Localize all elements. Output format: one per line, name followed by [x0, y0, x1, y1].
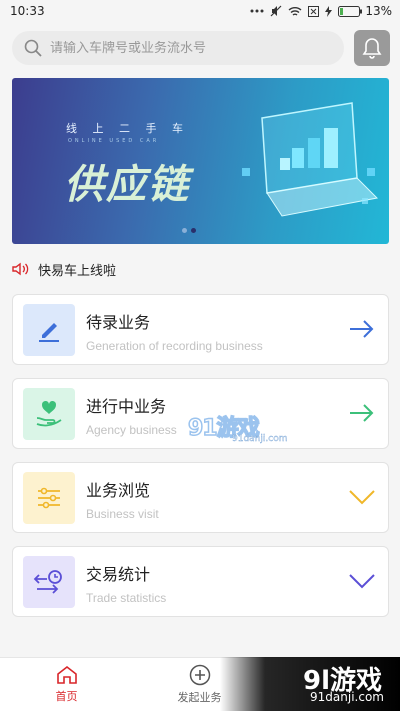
banner-dot-active[interactable] [191, 228, 196, 233]
chevron-down-icon [349, 490, 375, 505]
status-time: 10:33 [10, 4, 45, 18]
more-icon [250, 9, 264, 13]
tab-label: 首页 [55, 690, 78, 703]
banner-dot[interactable] [182, 228, 187, 233]
card-business-browse[interactable]: 业务浏览 Business visit [12, 462, 389, 533]
card-subtitle: Business visit [86, 507, 159, 521]
card-title: 业务浏览 [86, 481, 151, 500]
search-input[interactable] [50, 40, 310, 56]
sliders-icon [23, 472, 75, 524]
card-subtitle: Generation of recording business [86, 339, 263, 353]
promo-banner[interactable]: 线 上 二 手 车 ONLINE USED CAR 供应链 [12, 78, 389, 244]
banner-title: 供应链 [64, 161, 190, 208]
search-icon [24, 39, 42, 57]
search-row [12, 30, 390, 66]
pencil-icon [23, 304, 75, 356]
card-subtitle: Agency business [86, 423, 177, 437]
clock-exchange-icon [23, 556, 75, 608]
card-pending-business[interactable]: 待录业务 Generation of recording business [12, 294, 389, 365]
status-icons: 13% [250, 4, 392, 18]
watermark: 91游戏 91danji.com [180, 408, 290, 448]
speaker-icon [12, 262, 29, 276]
battery: 13% [338, 4, 392, 18]
brand-url: 91danji.com [310, 690, 384, 704]
tab-home[interactable]: 首页 [0, 658, 133, 711]
battery-percent: 13% [365, 4, 392, 18]
watermark-url: 91danji.com [232, 434, 288, 444]
charging-icon [325, 5, 333, 17]
arrow-right-icon [350, 320, 374, 338]
heart-hand-icon [23, 388, 75, 440]
search-box[interactable] [12, 31, 344, 65]
status-bar: 10:33 13% [0, 0, 400, 22]
bell-icon [362, 38, 382, 59]
banner-subtitle-en: ONLINE USED CAR [68, 138, 160, 144]
banner-subtitle: 线 上 二 手 车 [66, 122, 189, 135]
card-subtitle: Trade statistics [86, 591, 167, 605]
banner-pagination [182, 228, 196, 233]
home-icon [56, 665, 77, 684]
wifi-icon [288, 6, 302, 16]
mute-icon [270, 5, 282, 17]
announcement-bar[interactable]: 快易车上线啦 [12, 258, 116, 280]
arrow-right-icon [350, 404, 374, 422]
notification-button[interactable] [354, 30, 390, 66]
sim-off-icon [308, 5, 320, 17]
plus-circle-icon [189, 664, 210, 686]
card-trade-statistics[interactable]: 交易统计 Trade statistics [12, 546, 389, 617]
tab-label: 发起业务 [177, 691, 222, 704]
card-title: 进行中业务 [86, 397, 167, 416]
chevron-down-icon [349, 574, 375, 589]
battery-icon [338, 5, 363, 17]
announcement-text: 快易车上线啦 [38, 263, 117, 279]
card-title: 交易统计 [86, 565, 151, 584]
card-title: 待录业务 [86, 313, 151, 332]
laptop-illustration-icon [242, 102, 379, 217]
